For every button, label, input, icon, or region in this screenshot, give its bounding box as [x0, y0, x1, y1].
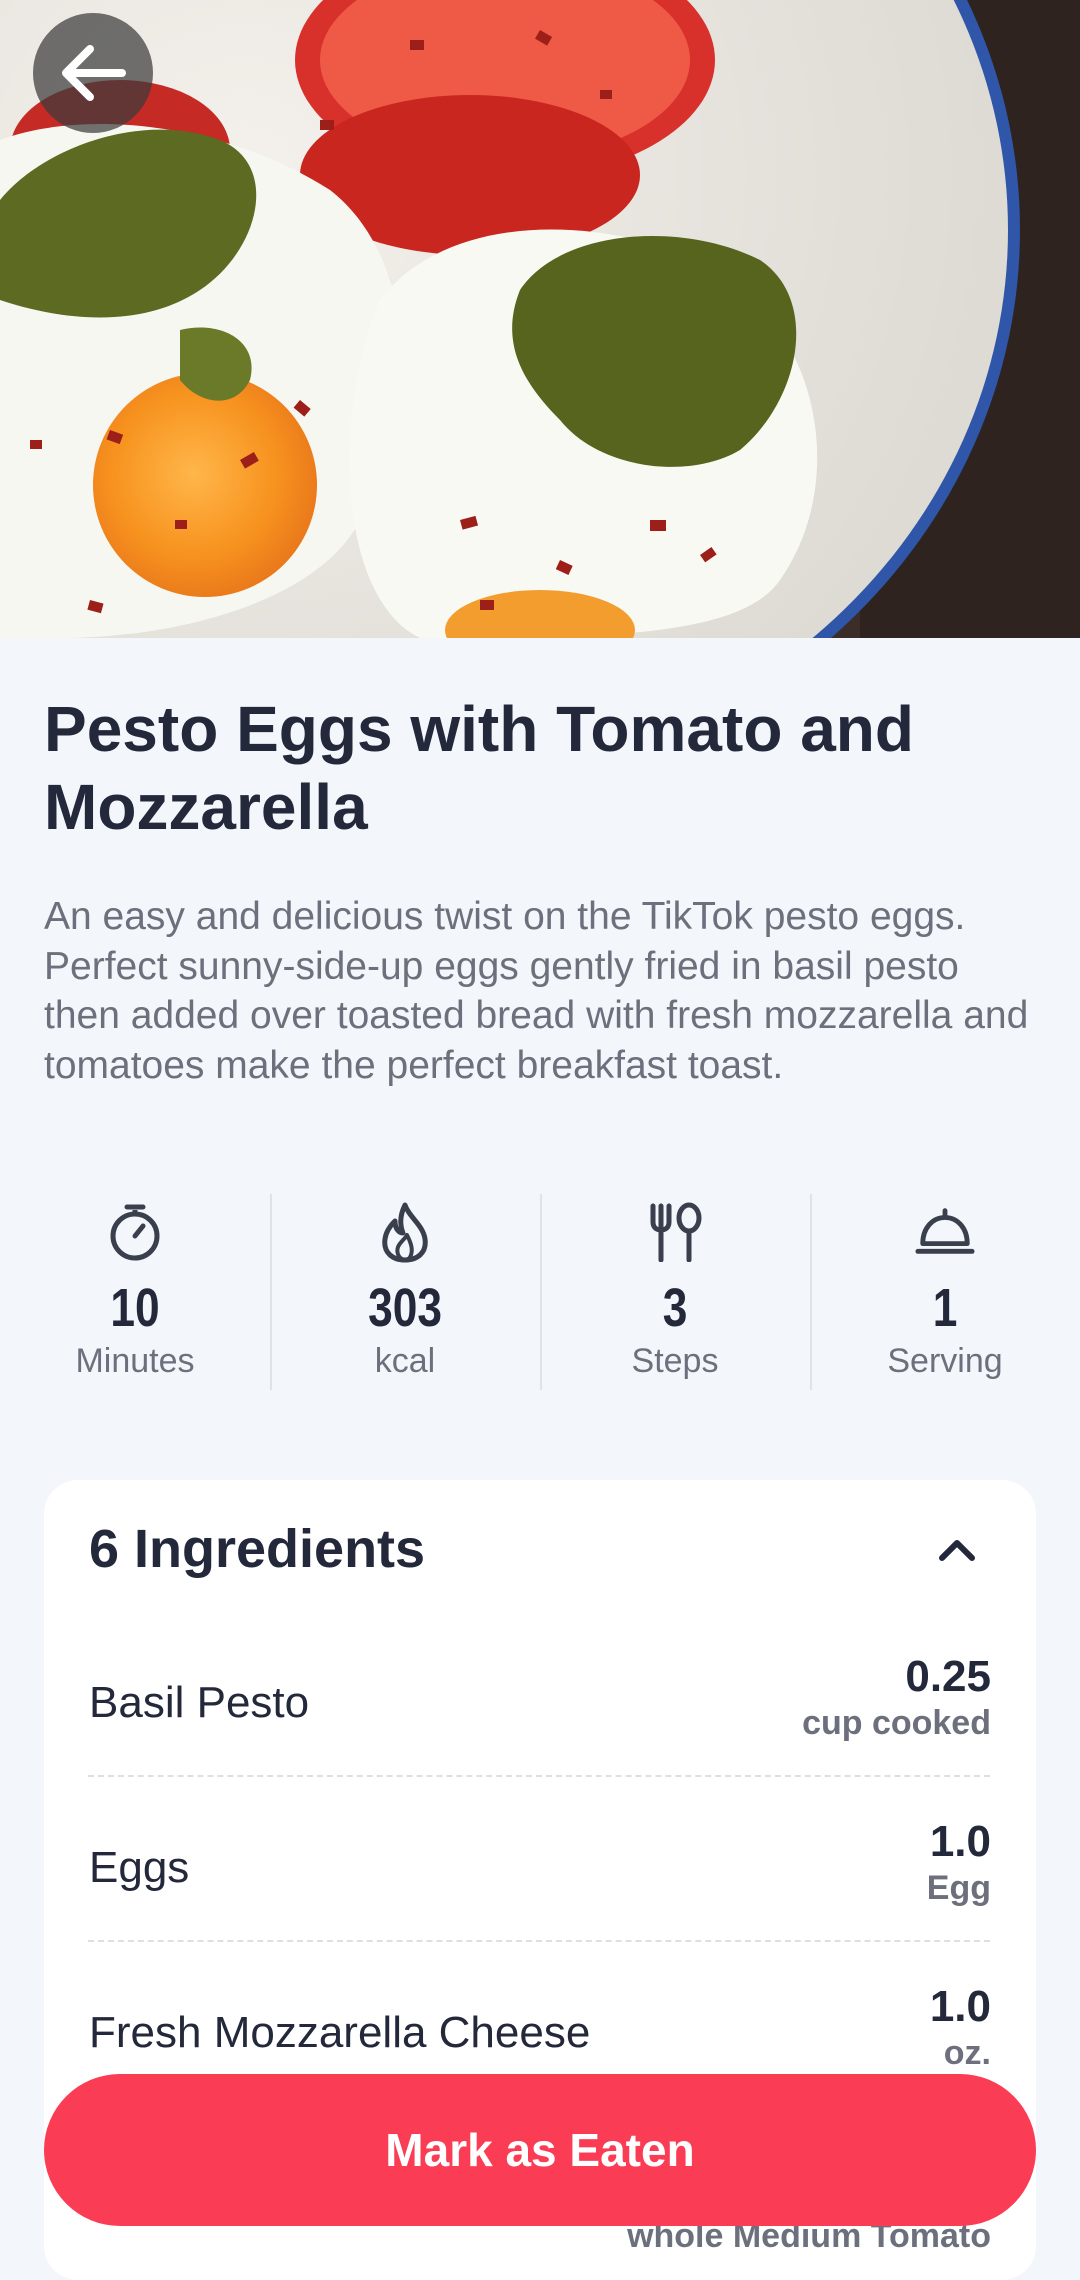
ingredient-row[interactable]: Basil Pesto 0.25 cup cooked — [44, 1620, 1036, 1785]
recipe-hero-image — [0, 0, 1080, 638]
ingredient-quantity: 1.0 — [929, 1982, 991, 2031]
food-photo — [0, 0, 1080, 638]
ingredient-quantity: 0.25 — [905, 1652, 991, 1701]
ingredient-unit: oz. — [943, 2034, 991, 2072]
ingredient-unit: cup cooked — [802, 1704, 991, 1742]
stopwatch-icon — [105, 1202, 165, 1262]
stat-servings: 1 Serving — [810, 1192, 1080, 1392]
cloche-icon — [915, 1202, 975, 1262]
stat-calories: 303 kcal — [270, 1192, 540, 1392]
stat-time-value: 10 — [110, 1278, 160, 1338]
recipe-stats: 10 Minutes 303 kcal 3 Steps 1 Serving — [0, 1192, 1080, 1392]
arrow-left-icon — [62, 45, 126, 101]
stat-steps-value: 3 — [662, 1278, 688, 1338]
ingredient-name: Eggs — [89, 1842, 190, 1892]
stat-calories-value: 303 — [368, 1278, 442, 1338]
stat-time-label: Minutes — [75, 1342, 195, 1380]
ingredient-name: Basil Pesto — [89, 1677, 310, 1727]
recipe-description: An easy and delicious twist on the TikTo… — [44, 895, 1029, 1087]
recipe-title: Pesto Eggs with Tomato and Mozzarella — [44, 693, 914, 843]
fork-spoon-icon — [645, 1202, 705, 1262]
ingredients-title: 6 Ingredients — [89, 1519, 426, 1579]
stat-servings-label: Serving — [887, 1342, 1003, 1380]
stat-steps: 3 Steps — [540, 1192, 810, 1392]
ingredient-quantity: 1.0 — [929, 1817, 991, 1866]
ingredient-divider — [88, 1775, 990, 1777]
stat-steps-label: Steps — [631, 1342, 719, 1380]
chevron-up-icon — [939, 1540, 975, 1561]
stat-time: 10 Minutes — [0, 1192, 270, 1392]
stat-servings-value: 1 — [932, 1278, 958, 1338]
back-button[interactable] — [33, 13, 153, 133]
ingredient-divider — [88, 1940, 990, 1942]
ingredient-row[interactable]: Eggs 1.0 Egg — [44, 1785, 1036, 1950]
mark-as-eaten-button[interactable]: Mark as Eaten — [44, 2074, 1036, 2226]
ingredients-toggle[interactable]: 6 Ingredients — [44, 1480, 1036, 1620]
ingredient-unit: Egg — [926, 1869, 991, 1907]
ingredient-amount: 1.0 oz. — [930, 1982, 991, 2074]
stat-calories-label: kcal — [374, 1342, 436, 1380]
ingredient-amount: 0.25 cup cooked — [802, 1652, 991, 1744]
ingredient-amount: 1.0 Egg — [927, 1817, 991, 1909]
flame-icon — [375, 1202, 435, 1263]
